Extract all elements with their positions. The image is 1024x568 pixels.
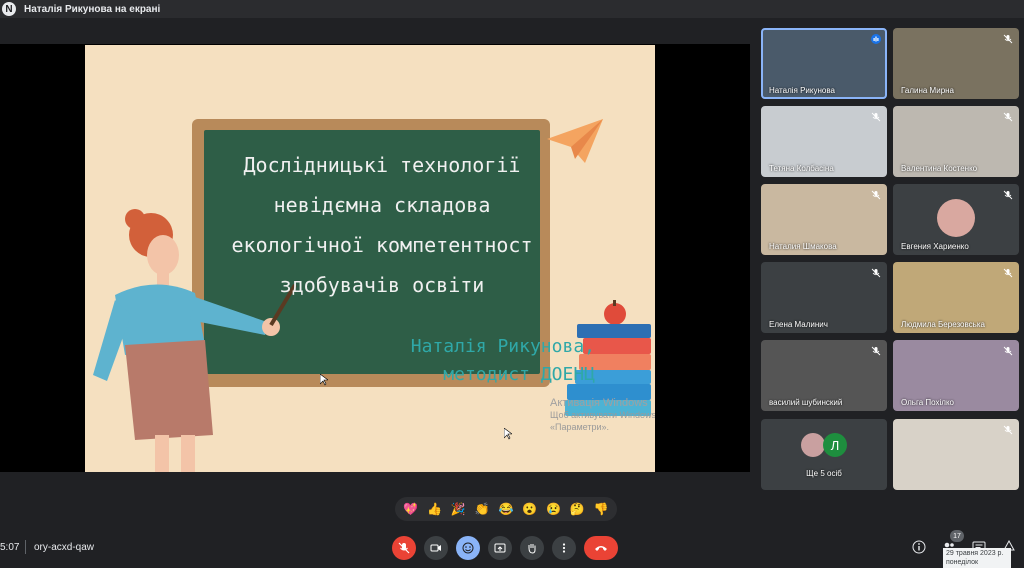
participant-name: Тетяна Колбасіна [769, 164, 834, 173]
participant-name: Ще 5 осіб [806, 469, 842, 478]
reaction-heart-button[interactable]: 💖 [403, 502, 419, 516]
participant-initial-avatar: Л [823, 433, 847, 457]
watermark-text: Щоб активувати Windows, перейдіть в розд… [550, 410, 655, 432]
meeting-code: ory-acxd-qaw [34, 542, 95, 553]
participant-tile[interactable]: Галина Мирна [893, 28, 1019, 99]
reaction-thinking-button[interactable]: 🤔 [569, 502, 585, 516]
present-screen-button[interactable] [488, 536, 512, 560]
reaction-thumbs-down-button[interactable]: 👎 [593, 502, 609, 516]
participant-tile[interactable]: Елена Малинич [761, 262, 887, 333]
participant-name: василий шубинский [769, 398, 843, 407]
mouse-cursor-icon [504, 428, 512, 440]
presentation-slide: Дослідницькі технології невідємна складо… [85, 45, 655, 472]
mic-muted-icon [1003, 34, 1013, 44]
camera-icon [430, 544, 441, 552]
reactions-bar: 💖 👍 🎉 👏 😂 😮 😢 🤔 👎 [395, 497, 617, 521]
participant-tile[interactable] [893, 419, 1019, 490]
reaction-laugh-button[interactable]: 😂 [498, 502, 514, 516]
participant-tile[interactable]: Наталия Шмакова [761, 184, 887, 255]
reaction-clap-button[interactable]: 👏 [474, 502, 490, 516]
participant-tile[interactable]: Наталія Рикунова [761, 28, 887, 99]
slide-title-line: невідємна складова [273, 193, 491, 217]
participant-tile[interactable]: Евгения Хариенко [893, 184, 1019, 255]
mic-muted-icon [871, 346, 881, 356]
tooltip-day: понеділок [946, 559, 979, 566]
mic-muted-icon [1003, 425, 1013, 435]
mic-muted-icon [871, 112, 881, 122]
present-icon [494, 543, 506, 553]
date-tooltip: 29 травня 2023 р. понеділок [943, 548, 1011, 568]
participant-tile[interactable]: Людмила Березовська [893, 262, 1019, 333]
mic-muted-icon [1003, 346, 1013, 356]
mic-muted-icon [1003, 112, 1013, 122]
divider [25, 540, 26, 554]
mic-muted-icon [1003, 190, 1013, 200]
participant-name: Валентина Костенко [901, 164, 978, 173]
windows-activation-watermark: Активація Windows Щоб активувати Windows… [550, 397, 655, 433]
participant-avatar [801, 433, 825, 457]
hand-icon [528, 544, 536, 554]
participant-tile[interactable]: василий шубинский [761, 340, 887, 411]
meet-logo-icon: N [2, 2, 16, 16]
mic-muted-icon [871, 268, 881, 278]
mic-toggle-button[interactable] [392, 536, 416, 560]
raise-hand-button[interactable] [520, 536, 544, 560]
participant-name: Людмила Березовська [901, 320, 985, 329]
camera-toggle-button[interactable] [424, 536, 448, 560]
participant-name: Ольга Похілко [901, 398, 954, 407]
mic-off-icon [398, 542, 410, 554]
slide-title-line: Дослідницькі технології [243, 153, 521, 177]
presenting-label: Наталія Рикунова на екрані [24, 3, 161, 15]
participant-tile[interactable]: Валентина Костенко [893, 106, 1019, 177]
slide-title-line: екологічної компетентност [231, 233, 533, 257]
meeting-details-icon[interactable] [912, 540, 926, 554]
reaction-thumbs-up-button[interactable]: 👍 [427, 502, 443, 516]
hang-up-icon [595, 546, 607, 551]
presenting-bar: N Наталія Рикунова на екрані [0, 0, 1024, 18]
leave-call-button[interactable] [584, 536, 618, 560]
mic-muted-icon [1003, 268, 1013, 278]
participant-name: Наталія Рикунова [769, 86, 835, 95]
participant-avatar [937, 199, 975, 237]
participant-name: Наталия Шмакова [769, 242, 837, 251]
participant-tile[interactable]: Тетяна Колбасіна [761, 106, 887, 177]
reaction-party-button[interactable]: 🎉 [450, 502, 466, 516]
reaction-surprised-button[interactable]: 😮 [522, 502, 538, 516]
slide-title-line: здобувачів освіти [279, 273, 485, 297]
audio-level-icon [871, 34, 881, 44]
bottom-toolbar: 5:07 ory-acxd-qaw 17 [0, 530, 1024, 568]
mouse-cursor-icon [320, 374, 328, 386]
slide-author: Наталія Рикунова, методист ДОЕНЦ [325, 333, 595, 389]
reaction-sad-button[interactable]: 😢 [545, 502, 561, 516]
emoji-icon [462, 542, 474, 554]
participant-tile[interactable]: Ольга Похілко [893, 340, 1019, 411]
slide-author-line: методист ДОЕНЦ [443, 364, 595, 385]
participant-tile[interactable]: Л Ще 5 осіб [761, 419, 887, 490]
participant-count-badge: 17 [950, 530, 964, 542]
participant-name: Елена Малинич [769, 320, 828, 329]
clock: 5:07 [0, 542, 20, 553]
slide-title: Дослідницькі технології невідємна складо… [197, 145, 567, 305]
slide-author-line: Наталія Рикунова, [410, 336, 595, 357]
emoji-reactions-button[interactable] [456, 536, 480, 560]
more-vert-icon [562, 543, 566, 553]
tooltip-date: 29 травня 2023 р. [946, 550, 1004, 557]
mic-muted-icon [871, 190, 881, 200]
participant-name: Евгения Хариенко [901, 242, 969, 251]
more-options-button[interactable] [552, 536, 576, 560]
watermark-title: Активація Windows [550, 397, 648, 409]
participant-name: Галина Мирна [901, 86, 955, 95]
